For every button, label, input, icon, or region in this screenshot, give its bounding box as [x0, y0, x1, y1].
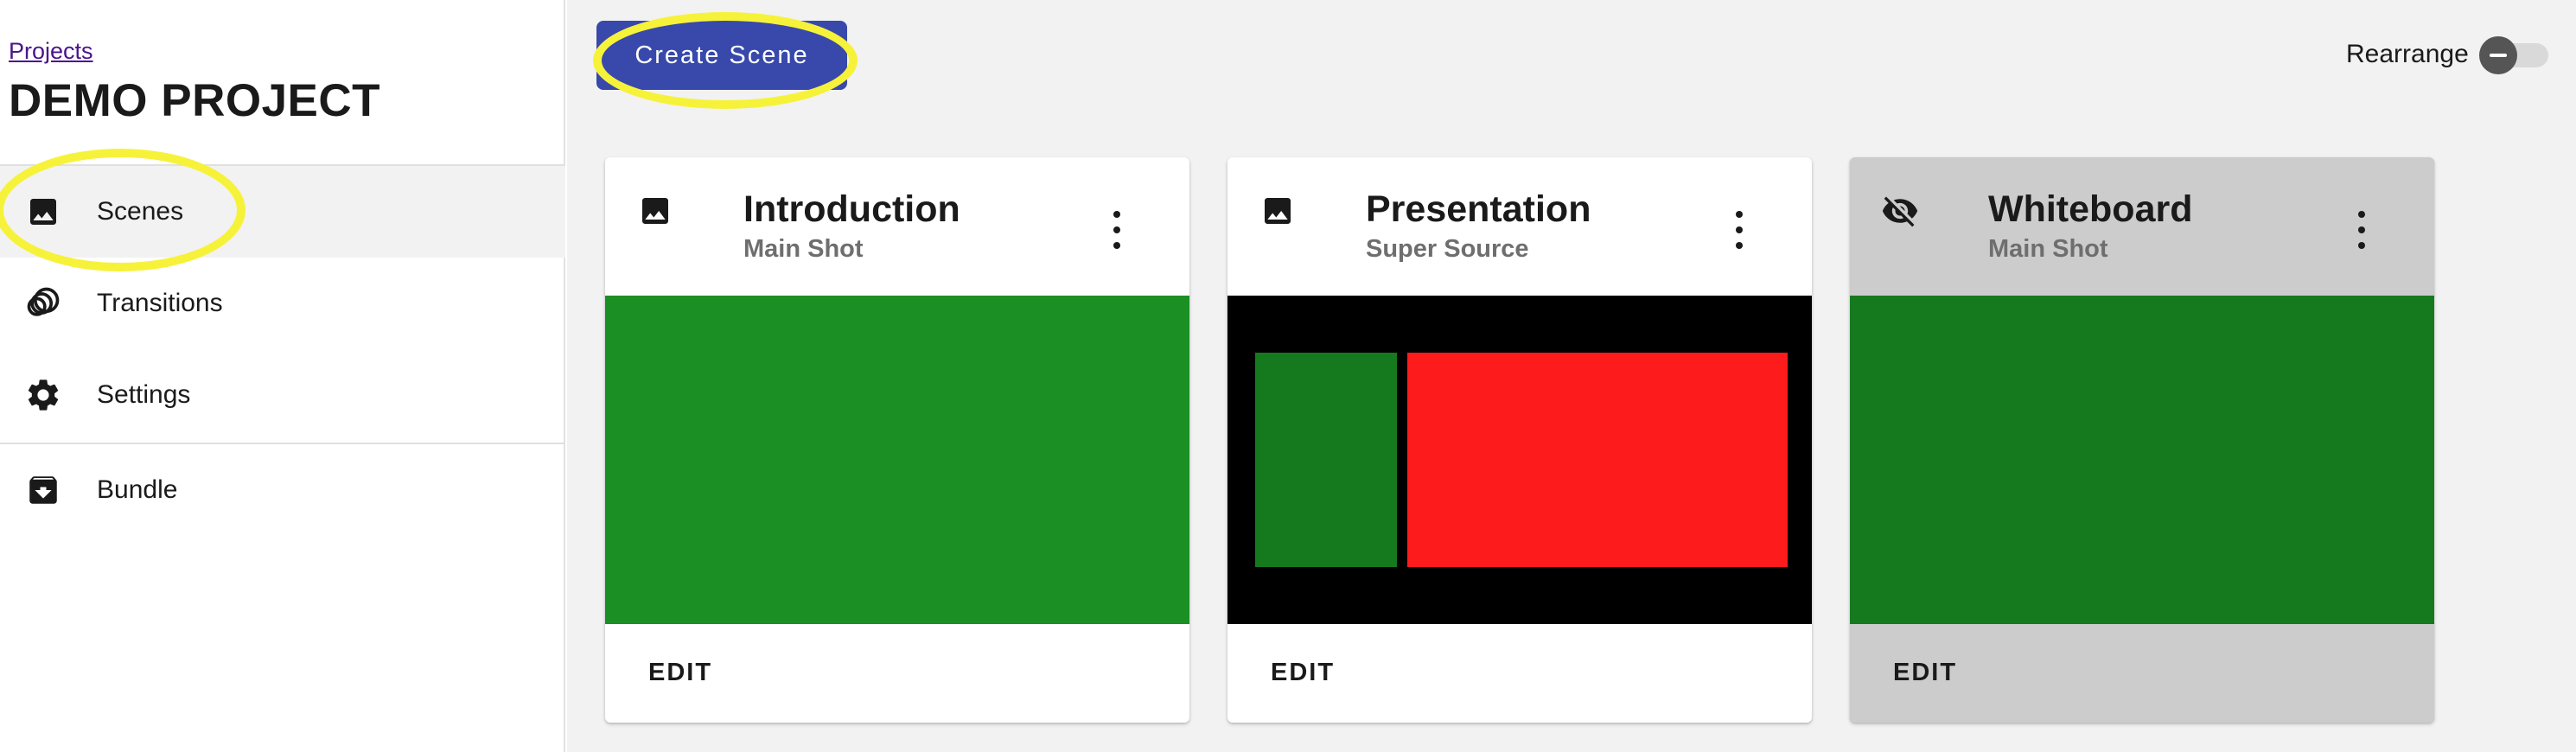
- sidebar-item-label: Bundle: [97, 475, 178, 504]
- image-icon: [636, 192, 674, 230]
- create-scene-button[interactable]: Create Scene: [596, 21, 847, 90]
- minus-icon: [2490, 54, 2507, 57]
- toolbar: [567, 0, 2576, 118]
- scene-card-presentation: Presentation Super Source EDIT: [1227, 157, 1812, 723]
- archive-icon: [24, 471, 62, 509]
- scene-subtitle: Main Shot: [1988, 235, 2108, 263]
- pip-box-green: [1255, 353, 1397, 567]
- scene-card-whiteboard: Whiteboard Main Shot EDIT: [1850, 157, 2434, 723]
- edit-button[interactable]: EDIT: [1893, 659, 1957, 687]
- scene-preview[interactable]: [605, 296, 1189, 624]
- sidebar-item-label: Settings: [97, 380, 191, 409]
- scene-subtitle: Super Source: [1366, 235, 1529, 263]
- transitions-icon: [24, 284, 62, 322]
- scene-title: Whiteboard: [1988, 188, 2193, 230]
- more-vert-icon[interactable]: [2351, 211, 2372, 249]
- breadcrumb-projects-link[interactable]: Projects: [9, 38, 93, 65]
- sidebar-item-settings[interactable]: Settings: [0, 349, 565, 441]
- rearrange-label: Rearrange: [2346, 40, 2469, 68]
- eye-off-icon: [1881, 192, 1919, 230]
- sidebar-item-bundle[interactable]: Bundle: [0, 444, 565, 536]
- sidebar-item-scenes[interactable]: Scenes: [0, 166, 565, 258]
- page-title: DEMO PROJECT: [9, 75, 381, 126]
- scene-subtitle: Main Shot: [743, 235, 864, 263]
- scene-preview[interactable]: [1850, 296, 2434, 624]
- rearrange-toggle[interactable]: [2479, 36, 2517, 74]
- gear-icon: [24, 376, 62, 414]
- sidebar: Projects DEMO PROJECT Scenes Transitions…: [0, 0, 565, 752]
- pip-box-red: [1407, 353, 1788, 567]
- sidebar-item-label: Transitions: [97, 289, 223, 317]
- image-icon: [24, 193, 62, 231]
- scene-card-introduction: Introduction Main Shot EDIT: [605, 157, 1189, 723]
- scene-title: Introduction: [743, 188, 960, 230]
- scene-preview[interactable]: [1227, 296, 1812, 624]
- more-vert-icon[interactable]: [1106, 211, 1127, 249]
- app-root: Projects DEMO PROJECT Scenes Transitions…: [0, 0, 2576, 752]
- image-icon: [1259, 192, 1297, 230]
- sidebar-item-transitions[interactable]: Transitions: [0, 258, 565, 349]
- edit-button[interactable]: EDIT: [648, 659, 712, 687]
- scene-title: Presentation: [1366, 188, 1591, 230]
- more-vert-icon[interactable]: [1729, 211, 1750, 249]
- sidebar-item-label: Scenes: [97, 197, 184, 226]
- edit-button[interactable]: EDIT: [1271, 659, 1335, 687]
